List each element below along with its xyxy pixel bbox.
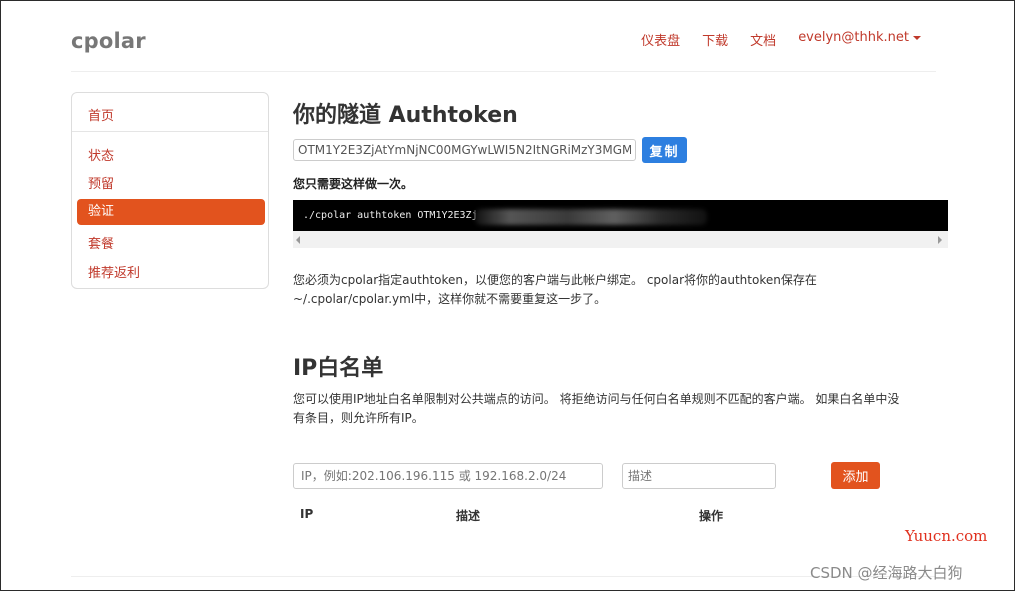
nav-docs[interactable]: 文档	[750, 30, 776, 49]
nav-download[interactable]: 下载	[702, 30, 728, 49]
header-divider	[71, 71, 936, 72]
footer-divider	[71, 576, 936, 577]
copy-button[interactable]: 复制	[642, 137, 687, 163]
sidebar-item-home[interactable]: 首页	[88, 105, 114, 124]
redacted-token	[475, 209, 707, 225]
add-button[interactable]: 添加	[831, 462, 880, 489]
site-watermark: Yuucn.com	[905, 527, 988, 545]
command-text: ./cpolar authtoken OTM1Y2E3Zj	[303, 210, 478, 221]
once-note: 您只需要这样做一次。	[293, 177, 414, 191]
caret-down-icon	[913, 35, 921, 40]
nav-dashboard[interactable]: 仪表盘	[641, 30, 680, 49]
whitelist-desc-line2: 有条目，则允许所有IP。	[293, 411, 424, 425]
sidebar-item-status[interactable]: 状态	[88, 145, 114, 164]
sidebar-item-referral[interactable]: 推荐返利	[88, 262, 140, 281]
sidebar-item-auth[interactable]: 验证	[77, 199, 265, 225]
sidebar-divider	[72, 131, 268, 132]
user-email: evelyn@thhk.net	[798, 30, 909, 45]
user-menu[interactable]: evelyn@thhk.net	[798, 30, 921, 49]
authtoken-desc-line2: ~/.cpolar/cpolar.yml中，这样你就不需要重复这一步了。	[293, 292, 607, 306]
whitelist-title: IP白名单	[293, 356, 384, 381]
authtoken-field[interactable]	[293, 139, 636, 161]
authtoken-desc-line1: 您必须为cpolar指定authtoken，以便您的客户端与此帐户绑定。 cpo…	[293, 273, 817, 287]
column-header-description: 描述	[456, 509, 481, 523]
authtoken-title: 你的隧道 Authtoken	[293, 103, 518, 128]
sidebar-item-plans[interactable]: 套餐	[88, 233, 114, 252]
horizontal-scrollbar[interactable]	[293, 231, 948, 248]
scroll-left-icon[interactable]	[296, 236, 300, 244]
sidebar: 首页 状态 预留 验证 套餐 推荐返利	[71, 92, 269, 289]
top-nav: 仪表盘 下载 文档 evelyn@thhk.net	[619, 30, 921, 49]
whitelist-desc-line1: 您可以使用IP地址白名单限制对公共端点的访问。 将拒绝访问与任何白名单规则不匹配…	[293, 392, 900, 406]
ip-input[interactable]	[293, 463, 603, 489]
whitelist-description: 您可以使用IP地址白名单限制对公共端点的访问。 将拒绝访问与任何白名单规则不匹配…	[293, 390, 899, 428]
brand-logo[interactable]: cpolar	[71, 29, 146, 53]
column-header-ip: IP	[300, 507, 314, 521]
authtoken-description: 您必须为cpolar指定authtoken，以便您的客户端与此帐户绑定。 cpo…	[293, 271, 817, 309]
csdn-watermark: CSDN @经海路大白狗	[810, 564, 963, 582]
description-input[interactable]	[622, 463, 776, 489]
sidebar-item-reserved[interactable]: 预留	[88, 173, 114, 192]
column-header-actions: 操作	[699, 509, 724, 523]
scroll-right-icon[interactable]	[938, 236, 942, 244]
